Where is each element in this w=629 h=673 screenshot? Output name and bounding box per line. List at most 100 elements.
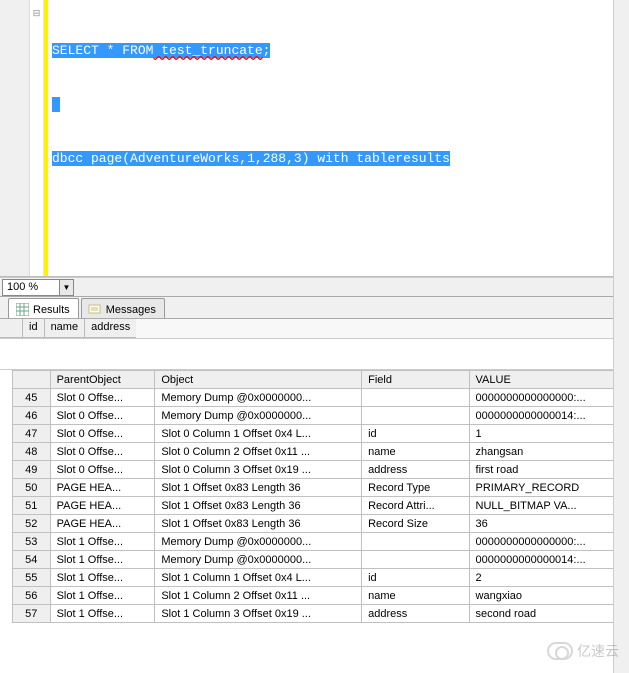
fold-glyph-minus[interactable]: ⊟	[30, 8, 43, 19]
cell-parentobject[interactable]: Slot 1 Offse...	[50, 569, 155, 587]
cell-value[interactable]: wangxiao	[469, 587, 627, 605]
table-row[interactable]: 53Slot 1 Offse...Memory Dump @0x0000000.…	[13, 533, 628, 551]
row-header[interactable]: 47	[13, 425, 51, 443]
row-header[interactable]: 45	[13, 389, 51, 407]
cell-object[interactable]: Memory Dump @0x0000000...	[155, 389, 362, 407]
result1-col-name[interactable]: name	[44, 319, 85, 338]
cell-value[interactable]: 2	[469, 569, 627, 587]
cell-value[interactable]: zhangsan	[469, 443, 627, 461]
cell-value[interactable]: 36	[469, 515, 627, 533]
result1-col-id[interactable]: id	[22, 319, 44, 338]
cell-parentobject[interactable]: Slot 1 Offse...	[50, 551, 155, 569]
table-row[interactable]: 47Slot 0 Offse...Slot 0 Column 1 Offset …	[13, 425, 628, 443]
row-header[interactable]: 57	[13, 605, 51, 623]
cell-field[interactable]: id	[362, 425, 469, 443]
row-header[interactable]: 55	[13, 569, 51, 587]
result1-corner[interactable]	[0, 319, 22, 338]
cell-field[interactable]: name	[362, 587, 469, 605]
row-header[interactable]: 51	[13, 497, 51, 515]
cell-value[interactable]: first road	[469, 461, 627, 479]
cell-object[interactable]: Slot 1 Offset 0x83 Length 36	[155, 497, 362, 515]
vertical-scrollbar[interactable]	[613, 0, 629, 673]
col-header-field[interactable]: Field	[362, 371, 469, 389]
row-header[interactable]: 53	[13, 533, 51, 551]
cell-object[interactable]: Slot 0 Column 2 Offset 0x11 ...	[155, 443, 362, 461]
tab-results[interactable]: Results	[8, 298, 79, 318]
editor-margin	[0, 0, 30, 276]
cell-value[interactable]: 1	[469, 425, 627, 443]
table-row[interactable]: 50PAGE HEA...Slot 1 Offset 0x83 Length 3…	[13, 479, 628, 497]
col-header-parentobject[interactable]: ParentObject	[50, 371, 155, 389]
zoom-dropdown-arrow[interactable]: ▼	[60, 279, 74, 296]
table-row[interactable]: 48Slot 0 Offse...Slot 0 Column 2 Offset …	[13, 443, 628, 461]
cell-parentobject[interactable]: Slot 1 Offse...	[50, 533, 155, 551]
watermark-text: 亿速云	[577, 641, 619, 661]
cell-value[interactable]: 0000000000000014:...	[469, 551, 627, 569]
cell-object[interactable]: Slot 1 Offset 0x83 Length 36	[155, 515, 362, 533]
cell-parentobject[interactable]: Slot 1 Offse...	[50, 587, 155, 605]
code-editor[interactable]: SELECT * FROM test_truncate; dbcc page(A…	[48, 0, 629, 276]
cell-field[interactable]: address	[362, 461, 469, 479]
row-header[interactable]: 56	[13, 587, 51, 605]
cell-parentobject[interactable]: PAGE HEA...	[50, 515, 155, 533]
result-set-2: ParentObject Object Field VALUE 45Slot 0…	[0, 369, 629, 623]
cell-value[interactable]: NULL_BITMAP VA...	[469, 497, 627, 515]
cell-value[interactable]: 0000000000000014:...	[469, 407, 627, 425]
cell-field[interactable]	[362, 551, 469, 569]
cell-parentobject[interactable]: Slot 0 Offse...	[50, 443, 155, 461]
cell-parentobject[interactable]: Slot 0 Offse...	[50, 407, 155, 425]
row-header[interactable]: 49	[13, 461, 51, 479]
dbcc-results-grid: ParentObject Object Field VALUE 45Slot 0…	[12, 370, 628, 623]
cell-object[interactable]: Slot 0 Column 3 Offset 0x19 ...	[155, 461, 362, 479]
cell-parentobject[interactable]: Slot 1 Offse...	[50, 605, 155, 623]
tab-messages[interactable]: Messages	[81, 298, 165, 318]
table-row[interactable]: 46Slot 0 Offse...Memory Dump @0x0000000.…	[13, 407, 628, 425]
row-header[interactable]: 48	[13, 443, 51, 461]
table-row[interactable]: 52PAGE HEA...Slot 1 Offset 0x83 Length 3…	[13, 515, 628, 533]
col-header-object[interactable]: Object	[155, 371, 362, 389]
table-row[interactable]: 45Slot 0 Offse...Memory Dump @0x0000000.…	[13, 389, 628, 407]
table-row[interactable]: 49Slot 0 Offse...Slot 0 Column 3 Offset …	[13, 461, 628, 479]
table-row[interactable]: 51PAGE HEA...Slot 1 Offset 0x83 Length 3…	[13, 497, 628, 515]
cell-value[interactable]: PRIMARY_RECORD	[469, 479, 627, 497]
cell-field[interactable]: address	[362, 605, 469, 623]
cell-value[interactable]: second road	[469, 605, 627, 623]
table-row[interactable]: 56Slot 1 Offse...Slot 1 Column 2 Offset …	[13, 587, 628, 605]
tab-messages-label: Messages	[106, 304, 156, 316]
cell-field[interactable]	[362, 533, 469, 551]
cell-field[interactable]	[362, 407, 469, 425]
row-header[interactable]: 50	[13, 479, 51, 497]
zoom-level-input[interactable]: 100 %	[2, 279, 60, 296]
row-header[interactable]: 54	[13, 551, 51, 569]
cell-object[interactable]: Memory Dump @0x0000000...	[155, 407, 362, 425]
cell-object[interactable]: Slot 1 Column 3 Offset 0x19 ...	[155, 605, 362, 623]
cell-field[interactable]	[362, 389, 469, 407]
cell-field[interactable]: Record Type	[362, 479, 469, 497]
table-row[interactable]: 57Slot 1 Offse...Slot 1 Column 3 Offset …	[13, 605, 628, 623]
cell-parentobject[interactable]: PAGE HEA...	[50, 497, 155, 515]
cell-parentobject[interactable]: PAGE HEA...	[50, 479, 155, 497]
row-header[interactable]: 46	[13, 407, 51, 425]
cell-object[interactable]: Memory Dump @0x0000000...	[155, 551, 362, 569]
cell-field[interactable]: name	[362, 443, 469, 461]
cell-field[interactable]: id	[362, 569, 469, 587]
cell-object[interactable]: Slot 1 Column 1 Offset 0x4 L...	[155, 569, 362, 587]
cell-field[interactable]: Record Size	[362, 515, 469, 533]
table-row[interactable]: 54Slot 1 Offse...Memory Dump @0x0000000.…	[13, 551, 628, 569]
table-row[interactable]: 55Slot 1 Offse...Slot 1 Column 1 Offset …	[13, 569, 628, 587]
cell-parentobject[interactable]: Slot 0 Offse...	[50, 425, 155, 443]
cell-parentobject[interactable]: Slot 0 Offse...	[50, 389, 155, 407]
grid-corner[interactable]	[13, 371, 51, 389]
cell-value[interactable]: 0000000000000000:...	[469, 533, 627, 551]
messages-icon	[88, 303, 102, 317]
cell-object[interactable]: Slot 1 Column 2 Offset 0x11 ...	[155, 587, 362, 605]
cell-value[interactable]: 0000000000000000:...	[469, 389, 627, 407]
cell-object[interactable]: Slot 0 Column 1 Offset 0x4 L...	[155, 425, 362, 443]
col-header-value[interactable]: VALUE	[469, 371, 627, 389]
cell-field[interactable]: Record Attri...	[362, 497, 469, 515]
cell-parentobject[interactable]: Slot 0 Offse...	[50, 461, 155, 479]
row-header[interactable]: 52	[13, 515, 51, 533]
cell-object[interactable]: Slot 1 Offset 0x83 Length 36	[155, 479, 362, 497]
cell-object[interactable]: Memory Dump @0x0000000...	[155, 533, 362, 551]
result1-col-address[interactable]: address	[84, 319, 136, 338]
